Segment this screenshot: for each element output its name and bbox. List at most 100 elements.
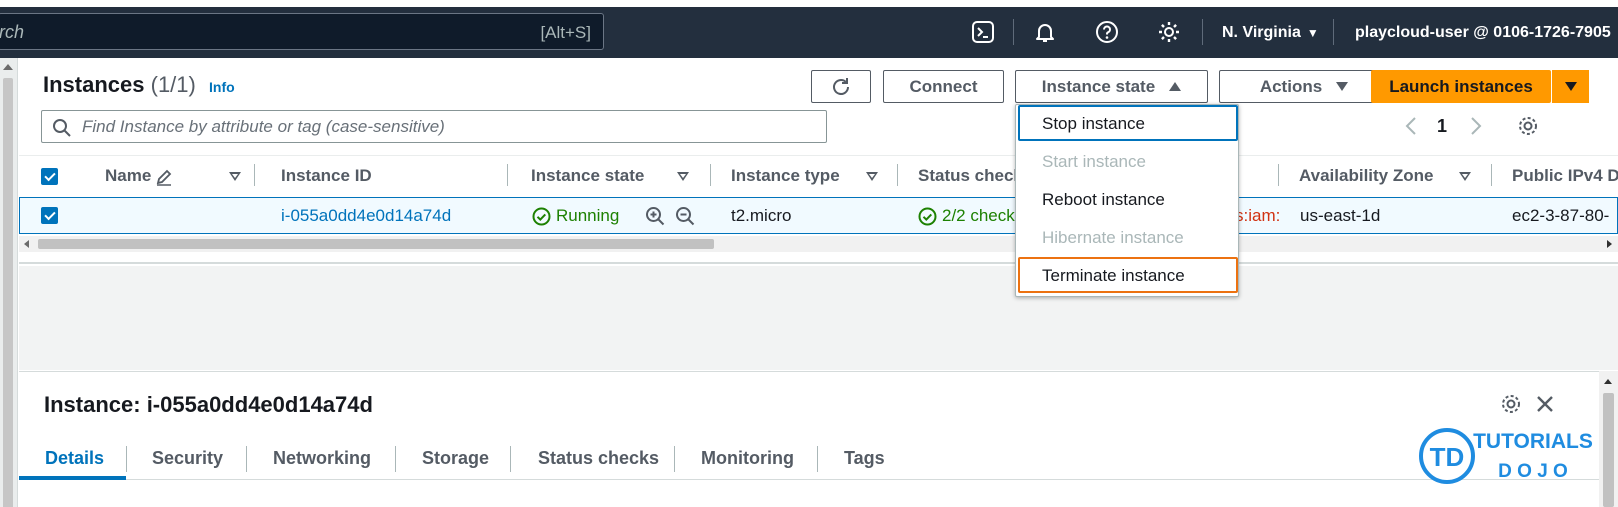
tab-divider <box>246 446 247 472</box>
instance-state-button[interactable]: Instance state <box>1015 70 1208 103</box>
column-header-status-check[interactable]: Status check <box>918 166 1023 186</box>
split-panel-settings-gear-icon[interactable] <box>1499 392 1523 416</box>
watermark-logo-text: TD <box>1430 442 1465 472</box>
launch-instances-dropdown-button[interactable] <box>1551 70 1589 103</box>
column-header-name[interactable]: Name <box>105 166 151 186</box>
topbar-divider <box>1333 19 1334 45</box>
account-menu[interactable]: playcloud-user @ 0106-1726-7905▼ <box>1355 24 1618 42</box>
instances-title: Instances <box>43 72 145 97</box>
menu-item-terminate-instance[interactable]: Terminate instance <box>1018 257 1238 293</box>
instance-filter[interactable] <box>41 110 827 143</box>
column-divider <box>1278 164 1279 186</box>
sort-icon[interactable] <box>1459 172 1471 181</box>
refresh-button[interactable] <box>811 70 871 103</box>
column-divider <box>1491 164 1492 186</box>
tab-divider <box>395 446 396 472</box>
instance-type-value: t2.micro <box>731 206 792 225</box>
connect-label: Connect <box>909 76 978 96</box>
column-header-public-ipv4-dns[interactable]: Public IPv4 D <box>1512 166 1618 186</box>
caret-down-icon <box>1564 82 1577 91</box>
zoom-out-icon[interactable] <box>675 206 695 226</box>
scrollbar-thumb[interactable] <box>3 78 13 507</box>
tab-storage[interactable]: Storage <box>422 448 489 469</box>
page-title: Instances (1/1) <box>43 72 196 98</box>
tab-networking[interactable]: Networking <box>273 448 371 469</box>
table-preferences-gear-icon[interactable] <box>1516 114 1540 138</box>
info-link[interactable]: Info <box>209 79 235 95</box>
column-header-instance-type[interactable]: Instance type <box>731 166 840 186</box>
active-tab-indicator <box>19 476 126 480</box>
search-placeholder: rch <box>0 22 25 42</box>
scroll-right-arrow-icon[interactable] <box>1607 240 1612 248</box>
instance-details-panel: Instance: i-055a0dd4e0d14a74d Details Se… <box>19 371 1599 507</box>
availability-zone-value: us-east-1d <box>1300 206 1381 225</box>
cloudshell-icon[interactable] <box>970 19 996 45</box>
current-page-number[interactable]: 1 <box>1437 116 1447 137</box>
tab-monitoring[interactable]: Monitoring <box>701 448 794 469</box>
bell-icon[interactable] <box>1032 19 1058 45</box>
search-icon <box>53 119 71 137</box>
topbar-divider <box>1202 19 1203 45</box>
menu-item-stop-instance[interactable]: Stop instance <box>1018 105 1238 141</box>
close-icon[interactable] <box>1534 393 1556 415</box>
scrollbar-thumb[interactable] <box>38 239 714 249</box>
instances-panel: Instances (1/1) Info Connect Instance st… <box>19 58 1618 264</box>
table-horizontal-scrollbar[interactable] <box>19 236 1618 252</box>
tab-details[interactable]: Details <box>45 448 104 469</box>
filter-input[interactable] <box>82 116 812 138</box>
connect-button[interactable]: Connect <box>883 70 1004 103</box>
scroll-up-arrow-icon[interactable] <box>1604 379 1612 384</box>
column-header-instance-id[interactable]: Instance ID <box>281 166 372 186</box>
edit-pencil-icon <box>156 169 172 186</box>
select-all-checkbox[interactable] <box>41 168 58 185</box>
menu-item-reboot-instance[interactable]: Reboot instance <box>1018 181 1238 217</box>
next-page-icon[interactable] <box>1469 116 1483 136</box>
alarm-status-value: s:iam: <box>1235 206 1281 225</box>
sort-icon[interactable] <box>677 172 689 181</box>
column-divider <box>254 164 255 186</box>
menu-item-hibernate-instance: Hibernate instance <box>1042 228 1184 247</box>
left-scrollbar[interactable] <box>0 58 18 507</box>
details-vertical-scrollbar[interactable] <box>1599 371 1618 507</box>
topbar-divider <box>1013 19 1014 45</box>
launch-instances-button[interactable]: Launch instances <box>1371 70 1551 103</box>
tab-status-checks[interactable]: Status checks <box>538 448 659 469</box>
split-panel-gap <box>19 266 1618 370</box>
row-checkbox[interactable] <box>41 207 58 224</box>
column-header-instance-state[interactable]: Instance state <box>531 166 644 186</box>
table-header: Name Instance ID Instance state Instance… <box>19 155 1618 195</box>
instance-id-link[interactable]: i-055a0dd4e0d14a74d <box>281 206 451 226</box>
status-check-value: 2/2 check <box>942 206 1015 225</box>
scroll-up-arrow-icon[interactable] <box>3 64 13 70</box>
sort-icon[interactable] <box>229 172 241 181</box>
watermark-line1: TUTORIALS <box>1473 430 1593 453</box>
caret-down-icon <box>1336 82 1349 91</box>
actions-button[interactable]: Actions <box>1219 70 1389 103</box>
public-dns-value: ec2-3-87-80- <box>1512 206 1610 225</box>
zoom-in-icon[interactable] <box>645 206 665 226</box>
region-selector[interactable]: N. Virginia ▼ <box>1222 24 1319 42</box>
scrollbar-thumb[interactable] <box>1603 393 1614 507</box>
search-shortcut-hint: [Alt+S] <box>540 23 591 42</box>
caret-up-icon <box>1169 82 1182 91</box>
region-label: N. Virginia <box>1222 24 1301 41</box>
tab-divider <box>510 446 511 472</box>
success-check-icon <box>532 207 551 226</box>
actions-label: Actions <box>1259 76 1323 96</box>
menu-item-start-instance: Start instance <box>1042 152 1146 171</box>
tab-security[interactable]: Security <box>152 448 223 469</box>
column-divider <box>507 164 508 186</box>
table-row[interactable]: i-055a0dd4e0d14a74d Running t2.micro 2/2… <box>19 197 1618 234</box>
previous-page-icon[interactable] <box>1404 116 1418 136</box>
tab-divider <box>817 446 818 472</box>
column-divider <box>897 164 898 186</box>
scroll-left-arrow-icon[interactable] <box>24 240 29 248</box>
tab-divider <box>126 446 127 472</box>
column-header-availability-zone[interactable]: Availability Zone <box>1299 166 1433 186</box>
success-check-icon <box>918 207 937 226</box>
tab-tags[interactable]: Tags <box>844 448 885 469</box>
help-icon[interactable] <box>1094 19 1120 45</box>
sort-icon[interactable] <box>866 172 878 181</box>
global-search-input[interactable]: rch [Alt+S] <box>0 13 604 50</box>
gear-icon[interactable] <box>1156 19 1182 45</box>
